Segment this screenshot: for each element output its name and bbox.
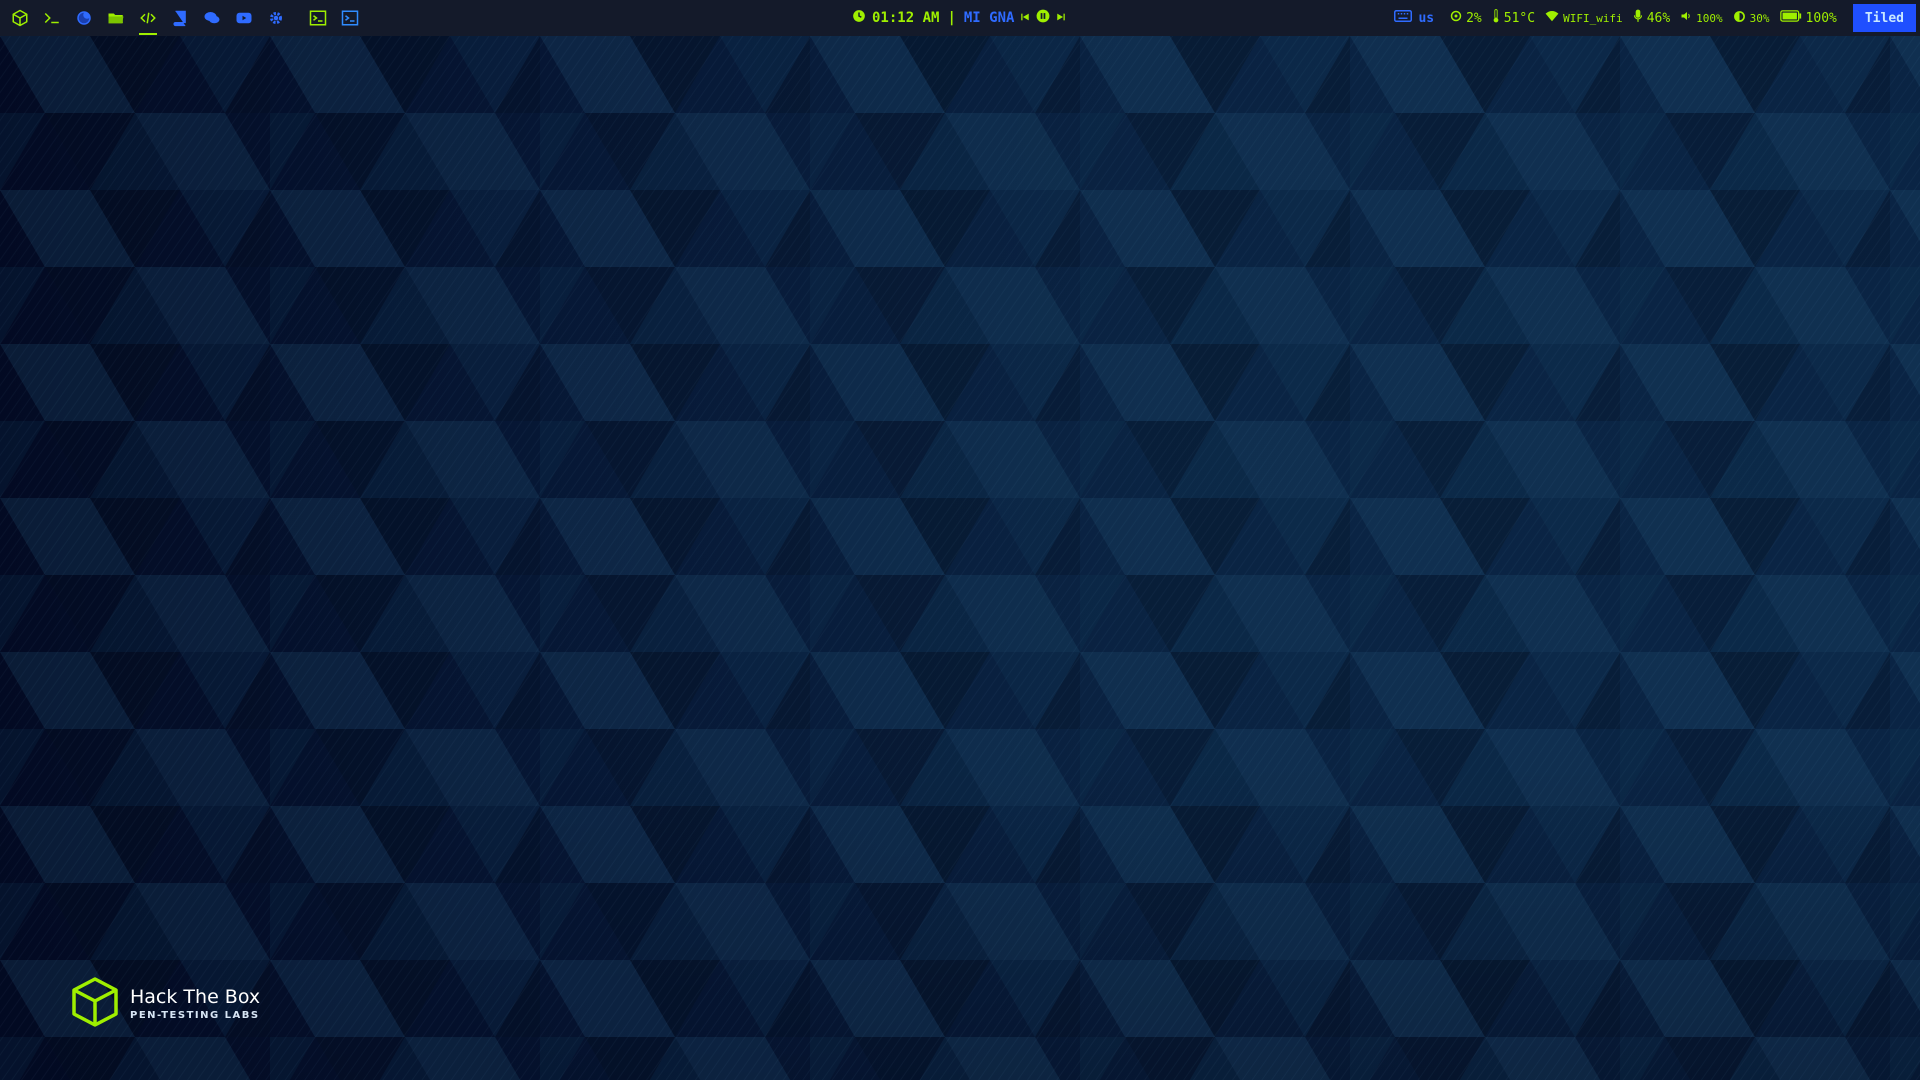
brightness-value: 30% [1749, 11, 1770, 25]
separator: | [947, 10, 956, 26]
code-icon[interactable] [136, 6, 160, 35]
volume-value: 100% [1696, 11, 1723, 25]
terminal-window-icon[interactable] [306, 6, 330, 30]
wallpaper-overlay [0, 36, 1920, 1080]
previous-track-icon[interactable] [1020, 10, 1030, 26]
system-tray: us 2% 51°C WIFI_wifi 46% 100% 30% 100% T… [1394, 0, 1920, 36]
keyboard-layout-label: us [1418, 10, 1435, 26]
battery-value: 100% [1805, 10, 1837, 26]
chat-icon[interactable] [200, 6, 224, 30]
folder-icon[interactable] [104, 6, 128, 30]
htb-cube-logo-icon [70, 976, 120, 1032]
media-controls [1020, 9, 1066, 27]
temperature-stat[interactable]: 51°C [1492, 9, 1535, 27]
cpu-stat[interactable]: 2% [1450, 10, 1482, 26]
brightness-icon [1733, 10, 1746, 27]
firefox-icon[interactable] [72, 6, 96, 30]
terminal-prompt-icon[interactable] [40, 6, 64, 30]
media-title[interactable]: MI GNA [964, 10, 1015, 26]
book-icon[interactable] [168, 6, 192, 30]
htb-cube-icon[interactable] [8, 6, 32, 30]
temperature-value: 51°C [1503, 10, 1536, 26]
microphone-stat[interactable]: 46% [1633, 9, 1670, 27]
next-track-icon[interactable] [1056, 10, 1066, 26]
clock-media-group: 01:12 AM | MI GNA [852, 0, 1066, 36]
speaker-icon [1680, 10, 1692, 26]
battery-stat[interactable]: 100% [1779, 10, 1837, 26]
launcher-group [4, 0, 366, 36]
microphone-value: 46% [1646, 10, 1671, 26]
wifi-name: WIFI_wifi [1563, 11, 1623, 25]
cpu-value: 2% [1466, 10, 1482, 26]
clock-icon [852, 9, 866, 27]
brightness-stat[interactable]: 30% [1733, 10, 1770, 27]
settings-gear-icon[interactable] [264, 6, 288, 30]
keyboard-layout[interactable]: us [1394, 10, 1450, 26]
cpu-icon [1450, 10, 1462, 26]
terminal-window-alt-icon[interactable] [338, 6, 362, 30]
wifi-icon [1545, 10, 1559, 26]
htb-logo-title: Hack The Box [130, 986, 261, 1008]
desktop-wallpaper: Hack The Box PEN-TESTING LABS [0, 36, 1920, 1080]
wifi-stat[interactable]: WIFI_wifi [1545, 10, 1623, 26]
keyboard-icon [1394, 10, 1413, 26]
top-panel: 01:12 AM | MI GNA us 2% 51°C WIFI_wifi 4… [0, 0, 1920, 37]
layout-mode-button[interactable]: Tiled [1852, 4, 1916, 32]
thermometer-icon [1492, 9, 1500, 27]
htb-logo-subtitle: PEN-TESTING LABS [130, 1010, 260, 1021]
volume-stat[interactable]: 100% [1680, 10, 1723, 26]
microphone-icon [1633, 9, 1643, 27]
battery-icon [1779, 10, 1802, 26]
pause-icon[interactable] [1036, 9, 1050, 27]
clock-time[interactable]: 01:12 AM [872, 10, 939, 26]
video-icon[interactable] [232, 6, 256, 30]
htb-logo: Hack The Box PEN-TESTING LABS [70, 976, 260, 1032]
